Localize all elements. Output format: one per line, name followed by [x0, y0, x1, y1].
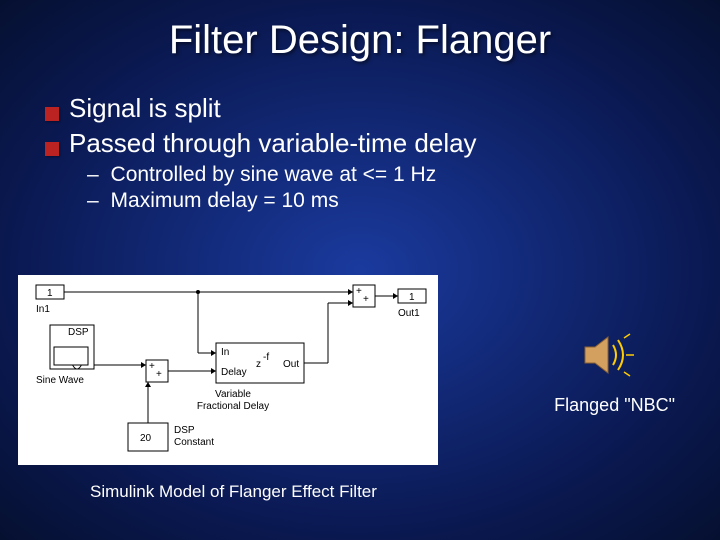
delay-out-label: Out [283, 359, 299, 370]
in-port-label: In1 [36, 304, 50, 315]
in-port-num: 1 [47, 288, 53, 299]
sine-wave-label: Sine Wave [36, 375, 84, 386]
delay-exp: -f [263, 352, 269, 363]
bullet-1: Signal is split [45, 93, 675, 124]
content-area: Signal is split Passed through variable-… [0, 63, 720, 213]
bullet-2-text: Passed through variable-time delay [69, 128, 477, 159]
svg-text:DSP: DSP [174, 425, 195, 436]
sine-dsp-label: DSP [68, 327, 89, 338]
subbullet-2-text: Maximum delay = 10 ms [111, 189, 339, 212]
svg-text:+: + [363, 294, 369, 305]
svg-text:+: + [156, 369, 162, 380]
svg-text:+: + [356, 286, 362, 297]
audio-clip-label: Flanged "NBC" [554, 395, 675, 416]
out-port-num: 1 [409, 292, 415, 303]
subbullet-2: – Maximum delay = 10 ms [87, 189, 675, 213]
bullet-1-text: Signal is split [69, 93, 221, 124]
svg-text:Constant: Constant [174, 437, 214, 448]
dash-icon: – [87, 163, 99, 186]
svg-text:Variable: Variable [215, 389, 251, 400]
bullet-marker-icon [45, 107, 59, 121]
diagram-caption: Simulink Model of Flanger Effect Filter [90, 482, 377, 502]
simulink-diagram: 1 In1 DSP Sine Wave + + In Delay z -f Ou… [18, 275, 438, 465]
svg-text:Fractional Delay: Fractional Delay [197, 401, 269, 412]
delay-z: z [256, 359, 261, 370]
bullet-2: Passed through variable-time delay [45, 128, 675, 159]
slide-title: Filter Design: Flanger [0, 0, 720, 63]
delay-in-label: In [221, 347, 229, 358]
constant-value: 20 [140, 433, 152, 444]
subbullet-1: – Controlled by sine wave at <= 1 Hz [87, 163, 675, 187]
bullet-marker-icon [45, 142, 59, 156]
subbullet-1-text: Controlled by sine wave at <= 1 Hz [111, 163, 437, 186]
speaker-icon[interactable] [580, 330, 640, 385]
delay-delay-label: Delay [221, 367, 247, 378]
out-port-label: Out1 [398, 308, 420, 319]
svg-text:+: + [149, 361, 155, 372]
dash-icon: – [87, 189, 99, 212]
